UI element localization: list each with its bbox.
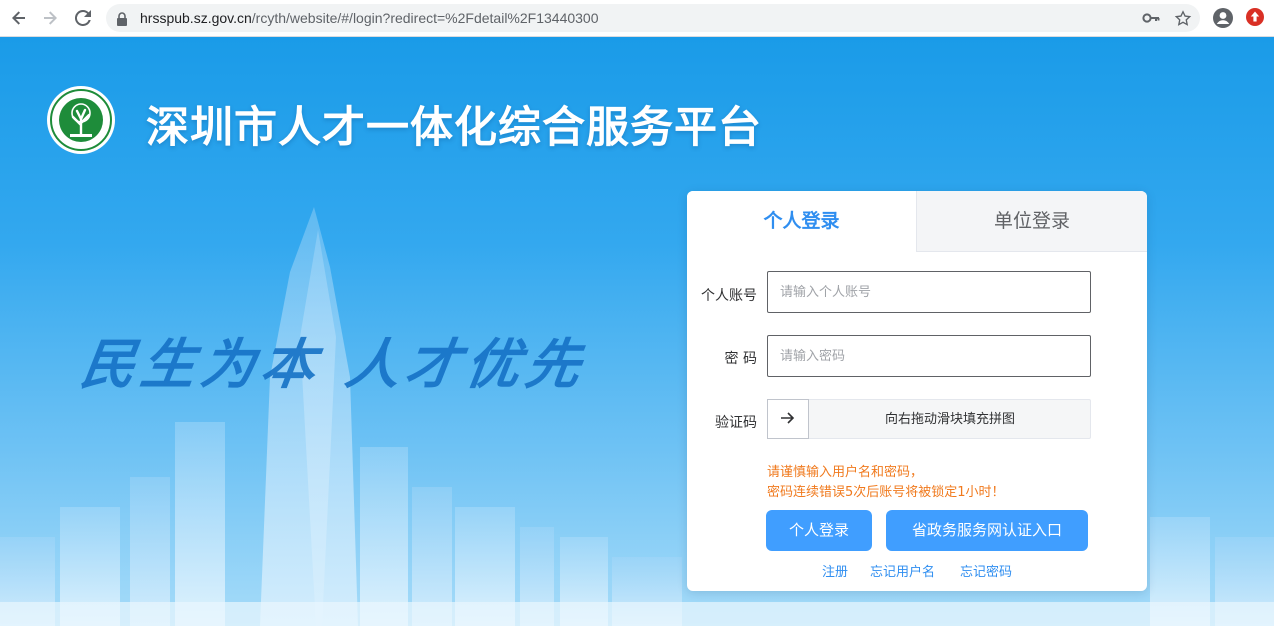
arrow-right-icon — [780, 410, 796, 429]
captcha-slider-text: 向右拖动滑块填充拼图 — [884, 412, 1015, 427]
register-link[interactable]: 注册 — [822, 561, 848, 580]
login-tabs: 个人登录 单位登录 — [687, 191, 1147, 252]
url-text: hrsspub.sz.gov.cn/rcyth/website/#/login?… — [140, 10, 599, 26]
slogan: 民生为本 人才优先 — [76, 332, 591, 396]
account-icon[interactable] — [1212, 7, 1234, 29]
password-field-wrapper — [767, 335, 1091, 377]
star-icon[interactable] — [1174, 10, 1192, 26]
back-icon[interactable] — [6, 6, 32, 30]
personal-login-button[interactable]: 个人登录 — [766, 510, 872, 551]
reload-icon[interactable] — [70, 6, 96, 30]
extension-icon[interactable] — [1245, 7, 1267, 29]
address-bar[interactable]: hrsspub.sz.gov.cn/rcyth/website/#/login?… — [106, 4, 1200, 32]
captcha-label: 验证码 — [715, 415, 757, 431]
account-field-wrapper — [767, 271, 1091, 313]
warning-line-1: 请谨慎输入用户名和密码， — [767, 465, 924, 480]
key-icon[interactable] — [1142, 10, 1160, 26]
tab-unit-login[interactable]: 单位登录 — [916, 191, 1147, 252]
captcha-slider-handle[interactable] — [767, 399, 809, 439]
browser-toolbar: hrsspub.sz.gov.cn/rcyth/website/#/login?… — [0, 0, 1274, 37]
forward-icon[interactable] — [37, 6, 63, 30]
page-title: 深圳市人才一体化综合服务平台 — [146, 103, 762, 153]
login-page: 深圳市人才一体化综合服务平台 民生为本 人才优先 个人登录 单位登录 个人账号 … — [0, 37, 1274, 626]
lock-icon — [116, 11, 128, 30]
account-label: 个人账号 — [701, 288, 757, 304]
forgot-username-link[interactable]: 忘记用户名 — [870, 561, 935, 580]
captcha-slider: 向右拖动滑块填充拼图 — [767, 399, 1091, 439]
auth-links: 注册 忘记用户名 忘记密码 — [687, 561, 1147, 581]
password-input[interactable] — [768, 336, 1090, 376]
tab-personal-login[interactable]: 个人登录 — [687, 191, 916, 252]
site-logo — [46, 85, 116, 155]
login-card: 个人登录 单位登录 个人账号 密 码 验证码 向右拖动滑块填充拼图 请谨慎输入用… — [687, 191, 1147, 591]
forgot-password-link[interactable]: 忘记密码 — [960, 561, 1012, 580]
gov-auth-button[interactable]: 省政务服务网认证入口 — [886, 510, 1088, 551]
warning-line-2: 密码连续错误5次后账号将被锁定1小时！ — [767, 485, 1005, 500]
password-label: 密 码 — [724, 351, 757, 367]
account-input[interactable] — [768, 272, 1090, 312]
